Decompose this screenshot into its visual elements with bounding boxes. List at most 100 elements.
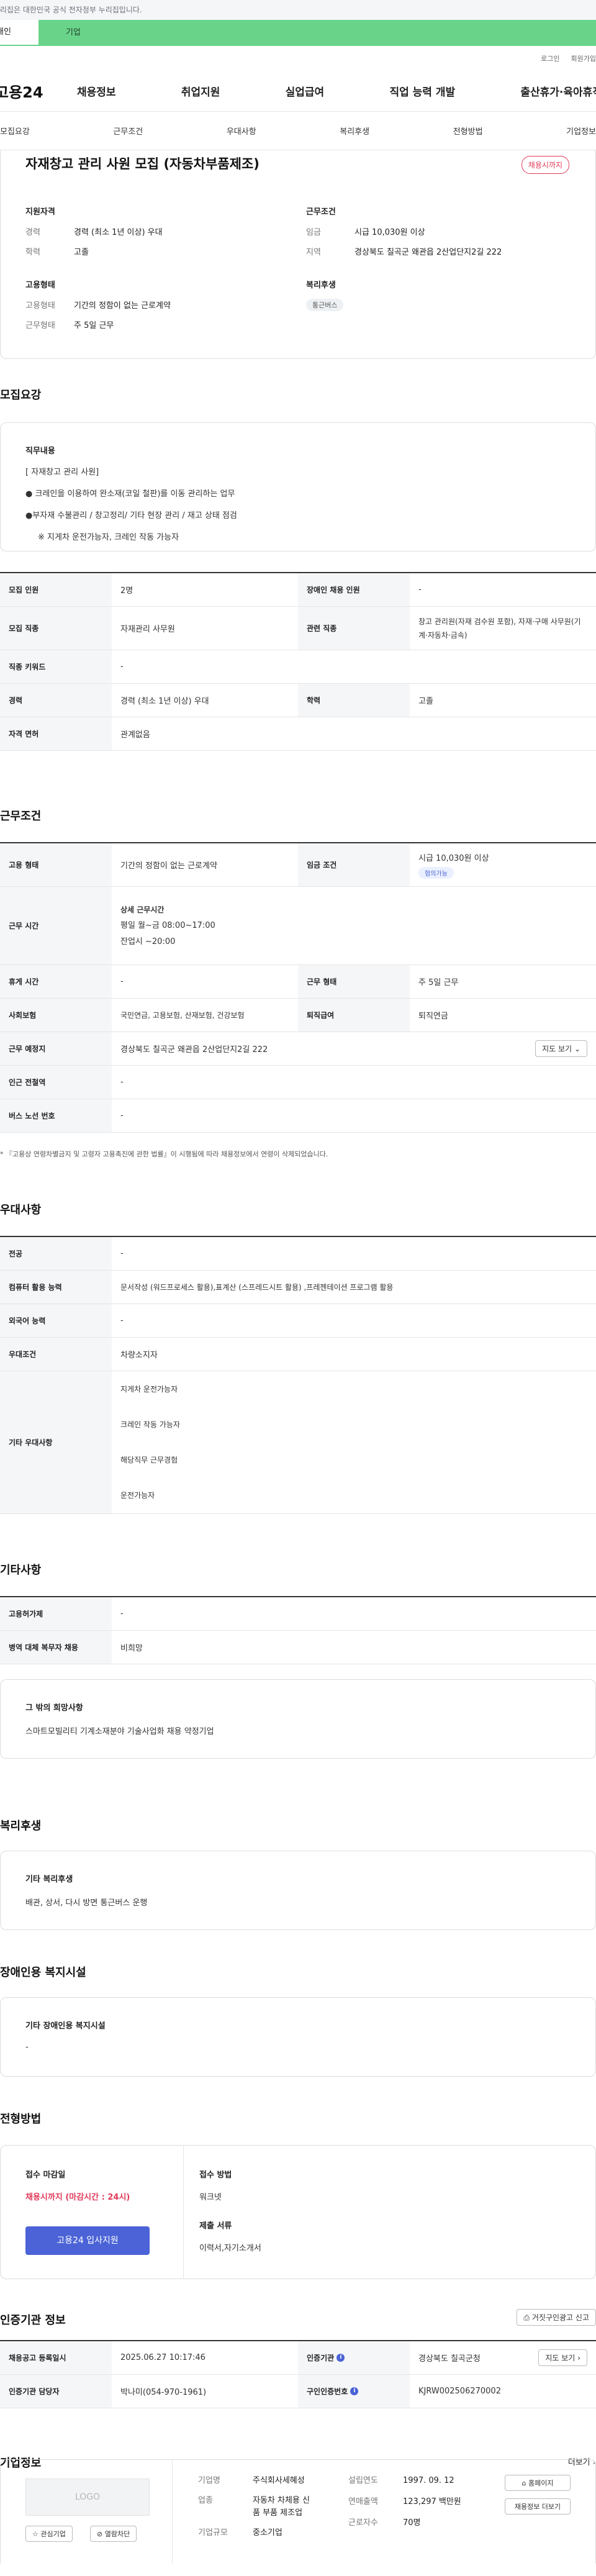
welfare-group: 복리후생 통근버스 (306, 278, 344, 311)
tab-personal[interactable]: 개인 (0, 20, 38, 46)
fav-button[interactable]: ☆ 관심기업 (25, 2526, 73, 2542)
reg-value: 2025.06.27 10:17:46 (120, 2353, 205, 2362)
employment-group: 고용형태 고용형태 기간의 정함이 없는 근로계약 근무형태 주 5일 근무 (25, 278, 171, 338)
hope-heading: 그 밖의 희망사항 (25, 1703, 83, 1713)
sales-value: 123,297 백만원 (403, 2497, 461, 2506)
pref-cond-label: 우대조건 (0, 1338, 112, 1371)
career-value: 경력 (최소 1년 이상) 우대 (120, 697, 209, 706)
homepage-button[interactable]: ⌂ 홈페이지 (505, 2475, 571, 2491)
apply-button[interactable]: 고용24 입사지원 (25, 2226, 150, 2255)
table-row: 고용허가제 - (0, 1597, 596, 1631)
deadline-heading: 접수 마감일 (25, 2170, 66, 2180)
welfare-etc-value: 배관, 상서, 다시 방면 통근버스 운행 (25, 1898, 148, 1908)
disab-box: 기타 장애인용 복지시설 - (0, 1997, 596, 2077)
pc-label: 컴퓨터 활용 능력 (0, 1271, 112, 1304)
pref-heading: 우대사항 (0, 1204, 42, 1217)
cert-map-button[interactable]: 지도 보기 › (538, 2349, 587, 2366)
retire-label: 퇴직급여 (298, 999, 410, 1032)
info-icon[interactable]: i (336, 2354, 345, 2362)
welfare-box: 기타 복리후생 배관, 상서, 다시 방면 통근버스 운행 (0, 1851, 596, 1930)
time-line: 평일 월~금 08:00~17:00 (120, 920, 215, 930)
main-content: 모집요강 직무내용 [ 자재창고 관리 사원] ● 크레인을 이용하여 완소재(… (0, 359, 596, 2576)
table-row: 컴퓨터 활용 능력 문서작성 (워드프로세스 활용),표계산 (스프레드시트 활… (0, 1271, 596, 1304)
etype-label: 고용형태 (25, 301, 55, 311)
table-row: 고용 형태 기간의 정함이 없는 근로계약 임금 조건 시급 10,030원 이… (0, 843, 596, 887)
wage-value: 시급 10,030원 이상 (354, 228, 425, 237)
list-item: 운전가능자 (120, 1490, 155, 1500)
list-item: 크레인 작동 가능자 (120, 1420, 180, 1429)
place-label: 근무 예정지 (0, 1032, 112, 1065)
condition-heading: 근무조건 (306, 207, 336, 217)
year-label: 설립연도 (348, 2476, 378, 2485)
manager-value: 박나미(054-970-1961) (120, 2388, 207, 2397)
anchor-company[interactable]: 기업정보 (566, 125, 596, 137)
sales-label: 연매출액 (348, 2497, 378, 2506)
table-row: 채용공고 등록일시 2025.06.27 10:17:46 인증기관 i 경상북… (0, 2341, 596, 2375)
nav-unemployment[interactable]: 실업급여 (286, 83, 325, 99)
wtype-value: 주 5일 근무 (418, 978, 459, 987)
block-label: 열람차단 (104, 2530, 130, 2538)
nav-employment-support[interactable]: 취업지원 (181, 83, 220, 99)
signup-link[interactable]: 회원가입 (571, 53, 596, 63)
wage-cell: 시급 10,030원 이상 협의가능 (410, 843, 596, 886)
section-anchor-nav: 모집요강 근무조건 우대사항 복리후생 전형방법 기업정보 (0, 112, 596, 150)
employment-heading: 고용형태 (25, 281, 55, 290)
nav-parental-leave[interactable]: 출산휴가·육아휴직 (520, 83, 596, 99)
welfare-section-heading: 복리후생 (0, 1820, 42, 1833)
etc-pref-list: 지게차 운전가능자 크레인 작동 가능자 해당직무 근무경험 운전가능자 (112, 1371, 596, 1513)
etc-pref-label: 기타 우대사항 (0, 1371, 112, 1513)
time-heading: 상세 근무시간 (120, 905, 165, 914)
nav-training[interactable]: 직업 능력 개발 (389, 83, 455, 99)
chevron-right-icon: › (577, 2354, 580, 2362)
anchor-preference[interactable]: 우대사항 (227, 125, 256, 137)
login-link[interactable]: 로그인 (541, 53, 559, 63)
anchor-conditions[interactable]: 근무조건 (113, 125, 143, 137)
list-item: 지게차 운전가능자 (120, 1384, 178, 1394)
military-value: 비희망 (120, 1644, 143, 1653)
negotiable-badge: 협의가능 (418, 866, 454, 879)
duty-line: ● 크레인을 이용하여 완소재(코일 철판)를 이동 관리하는 업무 (25, 489, 235, 499)
lang-value: - (120, 1316, 124, 1325)
career-label: 경력 (0, 684, 112, 717)
work-heading: 근무조건 (0, 810, 42, 823)
map-button[interactable]: 지도 보기 ⌄ (535, 1040, 587, 1057)
subway-label: 인근 전철역 (0, 1066, 112, 1099)
keyword-label: 직종 키워드 (0, 650, 112, 683)
duty-lines: [ 자재창고 관리 사원] ● 크레인을 이용하여 완소재(코일 철판)를 이동… (25, 461, 237, 548)
block-button[interactable]: ⊘ 열람차단 (90, 2526, 137, 2542)
etype-value: 기간의 정함이 없는 근로계약 (74, 301, 171, 311)
military-label: 병역 대체 복무자 채용 (0, 1631, 112, 1664)
wtype-label: 근무형태 (25, 321, 55, 330)
nav-jobs[interactable]: 채용정보 (77, 83, 116, 99)
inst-label: 인증기관 (307, 2354, 335, 2362)
wtype-label: 근무 형태 (298, 965, 410, 998)
other-heading: 기타사항 (0, 1564, 42, 1577)
welfare-etc-heading: 기타 복리후생 (25, 1875, 73, 1884)
wtype-value: 주 5일 근무 (74, 321, 114, 330)
table-row: 인증기관 담당자 박나미(054-970-1961) 구인인증번호 i KJRW… (0, 2375, 596, 2408)
company-name-value: 주식회사세혜성 (253, 2476, 305, 2485)
tab-company[interactable]: 기업 (38, 20, 596, 46)
status-badge: 채용시까지 (521, 156, 569, 174)
job-summary-card: 자재창고 관리 사원 모집 (자동차부품제조) 채용시까지 지원자격 경력 경력 … (0, 150, 596, 359)
anchor-recruit[interactable]: 모집요강 (0, 125, 30, 137)
area-value: 경상북도 칠곡군 왜관읍 2산업단지2길 222 (354, 248, 502, 257)
table-row: 기타 우대사항 지게차 운전가능자 크레인 작동 가능자 해당직무 근무경험 운… (0, 1371, 596, 1514)
site-logo[interactable]: 고용24 (0, 80, 56, 102)
process-box: 접수 마감일 채용시까지 (마감시간 : 24시) 고용24 입사지원 접수 방… (0, 2145, 596, 2279)
duty-heading: 직무내용 (25, 447, 55, 456)
anchor-welfare[interactable]: 복리후생 (340, 125, 369, 137)
process-divider (183, 2146, 184, 2279)
report-button[interactable]: ⎙ 거짓구인광고 신고 (517, 2309, 596, 2326)
info-icon[interactable]: i (350, 2387, 359, 2395)
age-note: * 『고용상 연령차별금지 및 고령자 고용촉진에 관한 법률』이 시행됨에 따… (0, 1150, 328, 1158)
table-row: 근무 시간 상세 근무시간 평일 월~금 08:00~17:00 잔업시 ~20… (0, 887, 596, 965)
job-type-value: 자재관리 사무원 (120, 625, 175, 634)
disab-etc-value: - (25, 2043, 29, 2052)
company-jobs-button[interactable]: 채용정보 더보기 (505, 2498, 571, 2515)
report-button-label: 거짓구인광고 신고 (531, 2313, 589, 2322)
recruit-table: 모집 인원 2명 장애인 채용 인원 - 모집 직종 자재관리 사무원 관련 직… (0, 572, 596, 751)
place-value: 경상북도 칠곡군 왜관읍 2산업단지2길 222 (120, 1045, 268, 1054)
report-icon: ⎙ (523, 2313, 530, 2322)
anchor-process[interactable]: 전형방법 (453, 125, 483, 137)
